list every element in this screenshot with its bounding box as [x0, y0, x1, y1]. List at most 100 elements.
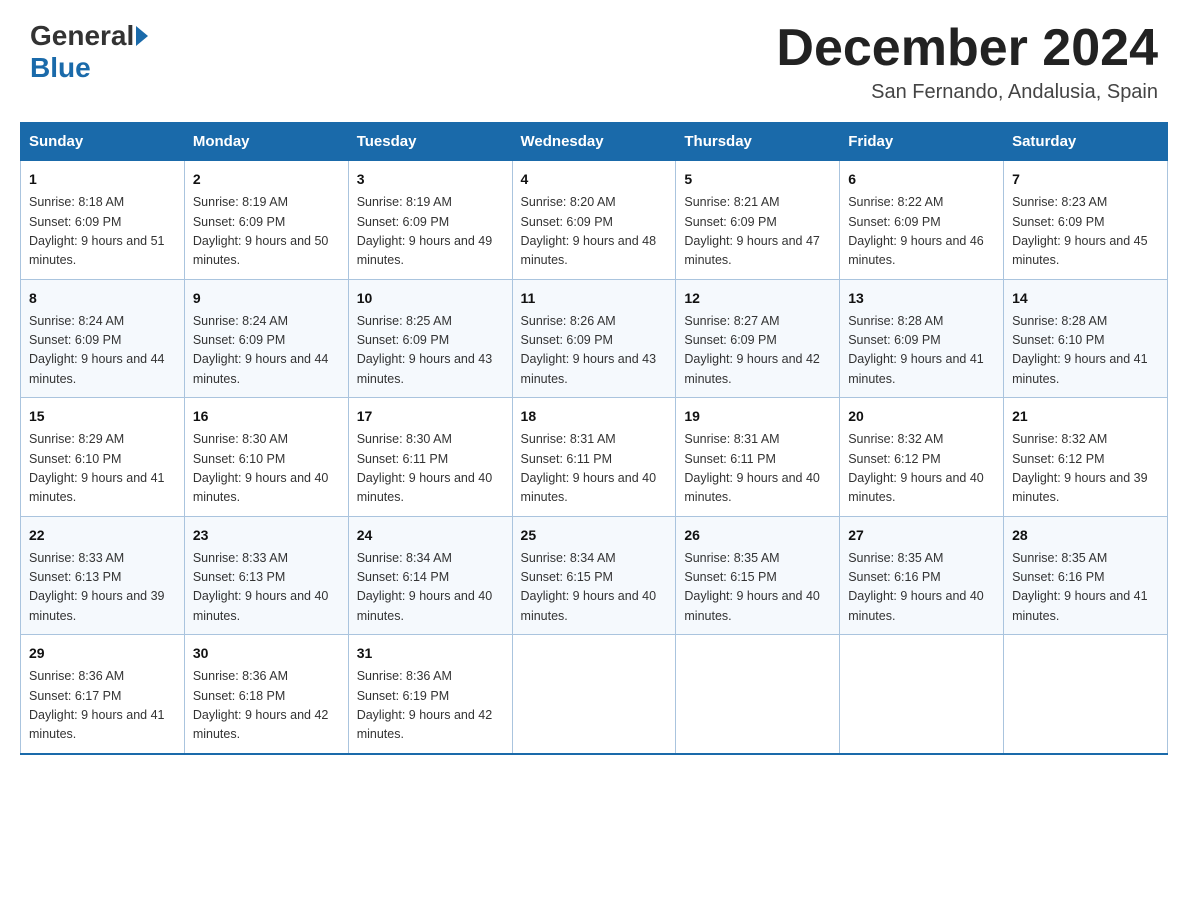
day-number: 29 [29, 643, 176, 664]
weekday-header-wednesday: Wednesday [512, 123, 676, 161]
day-info: Sunrise: 8:22 AMSunset: 6:09 PMDaylight:… [848, 195, 984, 267]
day-number: 10 [357, 288, 504, 309]
day-number: 13 [848, 288, 995, 309]
day-info: Sunrise: 8:36 AMSunset: 6:19 PMDaylight:… [357, 669, 493, 741]
calendar-cell: 8 Sunrise: 8:24 AMSunset: 6:09 PMDayligh… [21, 279, 185, 398]
day-number: 2 [193, 169, 340, 190]
day-number: 15 [29, 406, 176, 427]
calendar-cell: 16 Sunrise: 8:30 AMSunset: 6:10 PMDaylig… [184, 398, 348, 517]
day-info: Sunrise: 8:30 AMSunset: 6:10 PMDaylight:… [193, 432, 329, 504]
day-number: 1 [29, 169, 176, 190]
day-info: Sunrise: 8:19 AMSunset: 6:09 PMDaylight:… [357, 195, 493, 267]
calendar-cell: 19 Sunrise: 8:31 AMSunset: 6:11 PMDaylig… [676, 398, 840, 517]
calendar-cell: 30 Sunrise: 8:36 AMSunset: 6:18 PMDaylig… [184, 635, 348, 754]
calendar-cell: 24 Sunrise: 8:34 AMSunset: 6:14 PMDaylig… [348, 516, 512, 635]
calendar-cell: 18 Sunrise: 8:31 AMSunset: 6:11 PMDaylig… [512, 398, 676, 517]
day-info: Sunrise: 8:21 AMSunset: 6:09 PMDaylight:… [684, 195, 820, 267]
calendar-cell: 25 Sunrise: 8:34 AMSunset: 6:15 PMDaylig… [512, 516, 676, 635]
logo-general-text: General [30, 20, 148, 52]
day-info: Sunrise: 8:31 AMSunset: 6:11 PMDaylight:… [521, 432, 657, 504]
day-number: 8 [29, 288, 176, 309]
day-number: 31 [357, 643, 504, 664]
day-number: 23 [193, 525, 340, 546]
day-number: 24 [357, 525, 504, 546]
day-number: 6 [848, 169, 995, 190]
day-number: 28 [1012, 525, 1159, 546]
calendar-header: SundayMondayTuesdayWednesdayThursdayFrid… [21, 123, 1168, 161]
calendar-cell: 12 Sunrise: 8:27 AMSunset: 6:09 PMDaylig… [676, 279, 840, 398]
calendar-cell: 21 Sunrise: 8:32 AMSunset: 6:12 PMDaylig… [1004, 398, 1168, 517]
day-info: Sunrise: 8:23 AMSunset: 6:09 PMDaylight:… [1012, 195, 1148, 267]
logo-general-word: General [30, 20, 134, 52]
day-number: 3 [357, 169, 504, 190]
day-info: Sunrise: 8:25 AMSunset: 6:09 PMDaylight:… [357, 314, 493, 386]
weekday-header-tuesday: Tuesday [348, 123, 512, 161]
day-number: 14 [1012, 288, 1159, 309]
day-info: Sunrise: 8:36 AMSunset: 6:17 PMDaylight:… [29, 669, 165, 741]
calendar-cell: 13 Sunrise: 8:28 AMSunset: 6:09 PMDaylig… [840, 279, 1004, 398]
day-info: Sunrise: 8:34 AMSunset: 6:15 PMDaylight:… [521, 551, 657, 623]
calendar-week-3: 15 Sunrise: 8:29 AMSunset: 6:10 PMDaylig… [21, 398, 1168, 517]
day-number: 22 [29, 525, 176, 546]
day-number: 16 [193, 406, 340, 427]
weekday-header-thursday: Thursday [676, 123, 840, 161]
day-number: 9 [193, 288, 340, 309]
day-number: 17 [357, 406, 504, 427]
calendar-cell: 1 Sunrise: 8:18 AMSunset: 6:09 PMDayligh… [21, 161, 185, 280]
day-info: Sunrise: 8:32 AMSunset: 6:12 PMDaylight:… [1012, 432, 1148, 504]
day-number: 30 [193, 643, 340, 664]
calendar-cell [840, 635, 1004, 754]
calendar-cell [512, 635, 676, 754]
weekday-header-saturday: Saturday [1004, 123, 1168, 161]
calendar-cell: 28 Sunrise: 8:35 AMSunset: 6:16 PMDaylig… [1004, 516, 1168, 635]
weekday-header-sunday: Sunday [21, 123, 185, 161]
day-info: Sunrise: 8:35 AMSunset: 6:15 PMDaylight:… [684, 551, 820, 623]
day-info: Sunrise: 8:24 AMSunset: 6:09 PMDaylight:… [193, 314, 329, 386]
calendar-cell: 27 Sunrise: 8:35 AMSunset: 6:16 PMDaylig… [840, 516, 1004, 635]
day-info: Sunrise: 8:19 AMSunset: 6:09 PMDaylight:… [193, 195, 329, 267]
day-info: Sunrise: 8:33 AMSunset: 6:13 PMDaylight:… [193, 551, 329, 623]
calendar-cell: 17 Sunrise: 8:30 AMSunset: 6:11 PMDaylig… [348, 398, 512, 517]
calendar-week-5: 29 Sunrise: 8:36 AMSunset: 6:17 PMDaylig… [21, 635, 1168, 754]
title-block: December 2024 San Fernando, Andalusia, S… [776, 20, 1158, 104]
day-number: 11 [521, 288, 668, 309]
day-number: 12 [684, 288, 831, 309]
calendar-cell: 31 Sunrise: 8:36 AMSunset: 6:19 PMDaylig… [348, 635, 512, 754]
day-info: Sunrise: 8:18 AMSunset: 6:09 PMDaylight:… [29, 195, 165, 267]
day-number: 7 [1012, 169, 1159, 190]
calendar-table: SundayMondayTuesdayWednesdayThursdayFrid… [20, 122, 1168, 755]
day-number: 25 [521, 525, 668, 546]
day-number: 4 [521, 169, 668, 190]
day-number: 18 [521, 406, 668, 427]
calendar-week-4: 22 Sunrise: 8:33 AMSunset: 6:13 PMDaylig… [21, 516, 1168, 635]
calendar-cell: 6 Sunrise: 8:22 AMSunset: 6:09 PMDayligh… [840, 161, 1004, 280]
logo: General Blue [30, 20, 148, 84]
calendar-cell: 9 Sunrise: 8:24 AMSunset: 6:09 PMDayligh… [184, 279, 348, 398]
day-info: Sunrise: 8:26 AMSunset: 6:09 PMDaylight:… [521, 314, 657, 386]
calendar-cell: 10 Sunrise: 8:25 AMSunset: 6:09 PMDaylig… [348, 279, 512, 398]
calendar-body: 1 Sunrise: 8:18 AMSunset: 6:09 PMDayligh… [21, 161, 1168, 754]
day-info: Sunrise: 8:35 AMSunset: 6:16 PMDaylight:… [1012, 551, 1148, 623]
calendar-cell: 7 Sunrise: 8:23 AMSunset: 6:09 PMDayligh… [1004, 161, 1168, 280]
calendar-week-2: 8 Sunrise: 8:24 AMSunset: 6:09 PMDayligh… [21, 279, 1168, 398]
calendar-cell: 11 Sunrise: 8:26 AMSunset: 6:09 PMDaylig… [512, 279, 676, 398]
page-header: General Blue December 2024 San Fernando,… [20, 20, 1168, 104]
day-number: 27 [848, 525, 995, 546]
day-info: Sunrise: 8:34 AMSunset: 6:14 PMDaylight:… [357, 551, 493, 623]
day-number: 5 [684, 169, 831, 190]
day-number: 20 [848, 406, 995, 427]
day-info: Sunrise: 8:20 AMSunset: 6:09 PMDaylight:… [521, 195, 657, 267]
calendar-cell: 2 Sunrise: 8:19 AMSunset: 6:09 PMDayligh… [184, 161, 348, 280]
day-number: 19 [684, 406, 831, 427]
day-info: Sunrise: 8:32 AMSunset: 6:12 PMDaylight:… [848, 432, 984, 504]
month-title: December 2024 [776, 20, 1158, 77]
day-info: Sunrise: 8:24 AMSunset: 6:09 PMDaylight:… [29, 314, 165, 386]
calendar-cell: 22 Sunrise: 8:33 AMSunset: 6:13 PMDaylig… [21, 516, 185, 635]
day-info: Sunrise: 8:28 AMSunset: 6:09 PMDaylight:… [848, 314, 984, 386]
day-info: Sunrise: 8:35 AMSunset: 6:16 PMDaylight:… [848, 551, 984, 623]
day-info: Sunrise: 8:31 AMSunset: 6:11 PMDaylight:… [684, 432, 820, 504]
logo-blue-text: Blue [30, 52, 91, 84]
calendar-cell [1004, 635, 1168, 754]
weekday-header-friday: Friday [840, 123, 1004, 161]
calendar-cell: 14 Sunrise: 8:28 AMSunset: 6:10 PMDaylig… [1004, 279, 1168, 398]
